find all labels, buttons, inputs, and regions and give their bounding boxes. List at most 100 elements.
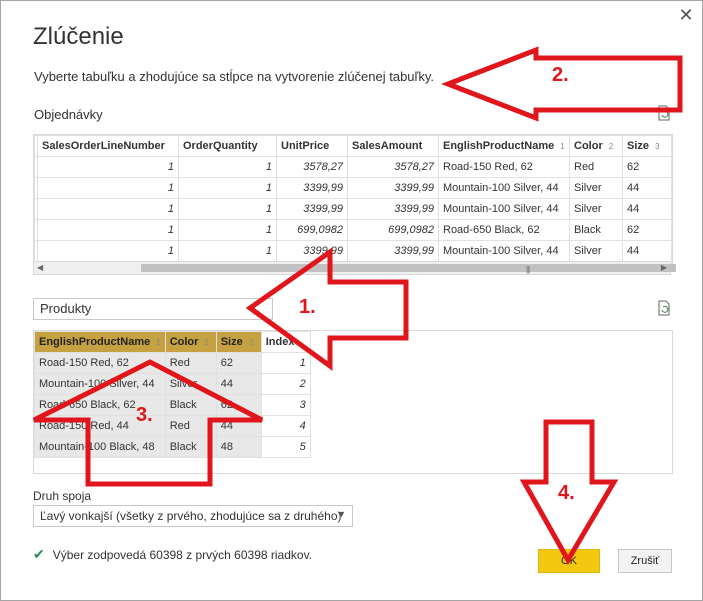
table-cell[interactable]: 62 [622,219,672,241]
col-header-label: Size [627,140,650,152]
table-cell[interactable]: Black [569,219,623,241]
ok-button[interactable]: OK [538,549,600,573]
table-cell[interactable]: 44 [215,415,262,437]
key-order-badge: 2 [608,142,614,151]
table-cell[interactable]: 3399,99 [276,198,348,220]
table-cell[interactable]: 1 [37,240,179,262]
table-cell[interactable]: 4 [260,415,311,437]
key-order-badge: 1 [156,338,161,347]
table-cell[interactable]: 3 [260,394,311,416]
key-order-badge: 3 [655,142,660,151]
table-cell[interactable]: Black [164,394,217,416]
table-cell[interactable]: 3399,99 [276,240,348,262]
col-header[interactable]: SalesAmount [347,135,439,157]
table-row[interactable]: 1 1 3399,99 3399,99 Mountain-100 Silver, 44 S… [34,177,672,199]
table-row[interactable]: Road-650 Black, 62 Black 62 3 [34,394,311,416]
table-cell[interactable]: 1 [178,240,277,262]
table-cell[interactable]: Silver [569,198,623,220]
table-cell[interactable]: 1 [178,198,277,220]
table-cell[interactable]: 699,0982 [347,219,439,241]
horizontal-scrollbar[interactable]: ◀ ||| ▶ [33,261,676,275]
products-header-row: EnglishProductName 1 Color 2 Size 3 Index [34,331,311,353]
table-row[interactable]: Mountain-100 Black, 48 Black 48 5 [34,436,311,458]
table-cell[interactable]: 3578,27 [276,156,348,178]
annotation-label: 4. [558,482,575,504]
table-cell[interactable]: Mountain-100 Silver, 44 [34,373,166,395]
table-cell[interactable]: 3399,99 [347,240,439,262]
table-cell[interactable]: 2 [260,373,311,395]
table-cell[interactable]: Road-150 Red, 62 [438,156,570,178]
table-cell[interactable]: 5 [260,436,311,458]
col-header[interactable]: UnitPrice [276,135,348,157]
table-cell[interactable]: 62 [215,352,262,374]
orders-grid[interactable]: SalesOrderLineNumber OrderQuantity UnitP… [33,134,673,264]
table-cell[interactable]: 1 [37,198,179,220]
table-cell[interactable]: 48 [215,436,262,458]
table-cell[interactable]: 44 [622,198,672,220]
table-cell[interactable]: Mountain-100 Silver, 44 [438,240,570,262]
cancel-button[interactable]: Zrušiť [618,549,672,573]
table-cell[interactable]: Red [164,352,217,374]
table-cell[interactable]: Silver [569,240,623,262]
table-cell[interactable]: Road-150 Red, 62 [34,352,166,374]
refresh-icon[interactable] [657,105,671,121]
table-cell[interactable]: 1 [178,156,277,178]
products-grid[interactable]: EnglishProductName 1 Color 2 Size 3 Index R… [33,330,673,474]
table-row[interactable]: Mountain-100 Silver, 44 Silver 44 2 [34,373,311,395]
table-cell[interactable]: 3399,99 [347,198,439,220]
table-cell[interactable]: Road-650 Black, 62 [438,219,570,241]
col-header-label: UnitPrice [281,140,330,152]
col-header[interactable]: Color 2 [164,331,217,353]
table-cell[interactable]: 62 [622,156,672,178]
table-cell[interactable]: Red [164,415,217,437]
col-header[interactable]: EnglishProductName 1 [438,135,570,157]
table-row[interactable]: 1 1 699,0982 699,0982 Road-650 Black, 62 Blac… [34,219,672,241]
chevron-down-icon: ▼ [337,509,346,519]
table-row[interactable]: 1 1 3399,99 3399,99 Mountain-100 Silver, 44 S… [34,198,672,220]
scrollbar-thumb[interactable]: ||| [141,264,676,274]
table-cell[interactable]: 44 [622,177,672,199]
table-cell[interactable]: 3578,27 [347,156,439,178]
scroll-right-icon[interactable]: ▶ [661,263,667,272]
table-cell[interactable]: 62 [215,394,262,416]
table-cell[interactable]: 1 [260,352,311,374]
col-header[interactable]: Color 2 [569,135,623,157]
join-kind-label: Druh spoja [33,489,92,503]
close-icon[interactable]: ✕ [676,5,696,25]
table-cell[interactable]: 699,0982 [276,219,348,241]
merge-dialog: ✕ Zlúčenie Vyberte tabuľku a zhodujúce s… [0,0,703,601]
table-cell[interactable]: Black [164,436,217,458]
col-header[interactable]: Index [260,331,311,353]
col-header[interactable]: Size 3 [215,331,262,353]
table-cell[interactable]: 1 [37,177,179,199]
table-row[interactable]: Road-150 Red, 44 Red 44 4 [34,415,311,437]
table-cell[interactable]: Red [569,156,623,178]
annotation-label: 2. [552,64,569,86]
table-cell[interactable]: Silver [569,177,623,199]
table-cell[interactable]: 1 [178,219,277,241]
col-header[interactable]: Size 3 [622,135,672,157]
scroll-left-icon[interactable]: ◀ [37,263,43,272]
table-cell[interactable]: 1 [37,156,179,178]
table-cell[interactable]: Silver [164,373,217,395]
table-cell[interactable]: 44 [622,240,672,262]
col-header[interactable]: OrderQuantity [178,135,277,157]
second-table-select[interactable]: Produkty [33,298,273,320]
col-header-label: Color [169,336,199,348]
table-row[interactable]: 1 1 3399,99 3399,99 Mountain-100 Silver, 44 S… [34,240,672,262]
table-cell[interactable]: 1 [37,219,179,241]
table-cell[interactable]: 1 [178,177,277,199]
table-cell[interactable]: 3399,99 [347,177,439,199]
table-row[interactable]: Road-150 Red, 62 Red 62 1 [34,352,311,374]
table-cell[interactable]: Mountain-100 Silver, 44 [438,177,570,199]
col-header[interactable]: EnglishProductName 1 [34,331,166,353]
join-kind-select[interactable]: Ľavý vonkajší (všetky z prvého, zhodujúc… [33,505,353,527]
table-cell[interactable]: 3399,99 [276,177,348,199]
table-cell[interactable]: 44 [215,373,262,395]
table-cell[interactable]: Mountain-100 Black, 48 [34,436,166,458]
refresh-icon[interactable] [657,300,671,316]
col-header[interactable]: SalesOrderLineNumber [37,135,179,157]
table-row[interactable]: 1 1 3578,27 3578,27 Road-150 Red, 62 Red 62 [34,156,672,178]
col-header-label: Size [220,336,243,348]
table-cell[interactable]: Mountain-100 Silver, 44 [438,198,570,220]
